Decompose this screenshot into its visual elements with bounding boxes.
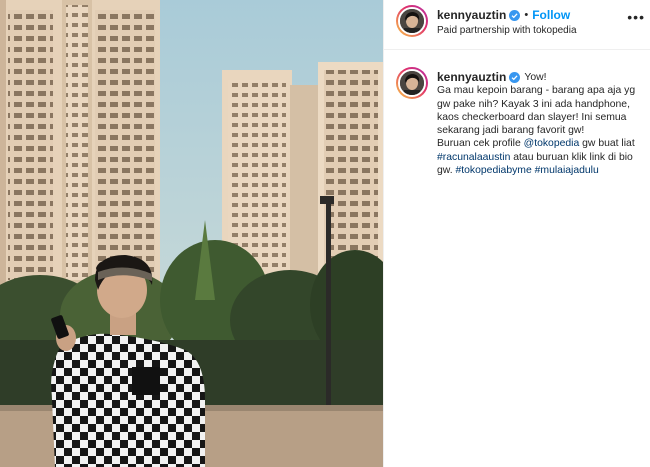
caption-text: Buruan cek profile: [437, 138, 524, 150]
author-row: kennyauztin • Follow: [437, 8, 570, 22]
caption-paragraph-2: Buruan cek profile @tokopedia gw buat li…: [437, 137, 643, 177]
hashtag-mulaiajadulu-link[interactable]: #mulaiajadulu: [535, 165, 599, 176]
follow-button[interactable]: Follow: [532, 8, 570, 22]
post-photo[interactable]: [0, 0, 383, 467]
post-caption: kennyauztin Yow! Ga mau kepoin barang - …: [437, 70, 643, 177]
post-photo-image: [0, 0, 383, 467]
separator-dot: •: [524, 9, 529, 21]
avatar-photo-icon: [400, 71, 424, 95]
verified-badge-icon: [509, 72, 521, 84]
post-header: kennyauztin • Follow Paid partnership wi…: [384, 0, 650, 50]
caption-first-line: kennyauztin Yow!: [437, 70, 643, 84]
author-username[interactable]: kennyauztin: [437, 8, 506, 22]
verified-badge-icon: [509, 9, 521, 21]
mention-tokopedia-link[interactable]: @tokopedia: [524, 138, 580, 149]
caption-author-avatar[interactable]: [396, 67, 428, 99]
author-avatar[interactable]: [396, 5, 428, 37]
caption-paragraph-1: Ga mau kepoin barang - barang apa aja yg…: [437, 85, 636, 137]
avatar-photo-icon: [400, 9, 424, 33]
more-options-icon[interactable]: •••: [627, 9, 645, 25]
post-side-panel: kennyauztin • Follow Paid partnership wi…: [383, 0, 650, 467]
caption-greeting: Yow!: [524, 72, 547, 83]
caption-username[interactable]: kennyauztin: [437, 70, 506, 84]
caption-text: gw buat liat: [579, 138, 635, 150]
hashtag-tokopediabyme-link[interactable]: #tokopediabyme: [455, 165, 531, 176]
paid-partnership-label[interactable]: Paid partnership with tokopedia: [437, 25, 577, 36]
hashtag-racunalaaustin-link[interactable]: #racunalaaustin: [437, 152, 510, 163]
